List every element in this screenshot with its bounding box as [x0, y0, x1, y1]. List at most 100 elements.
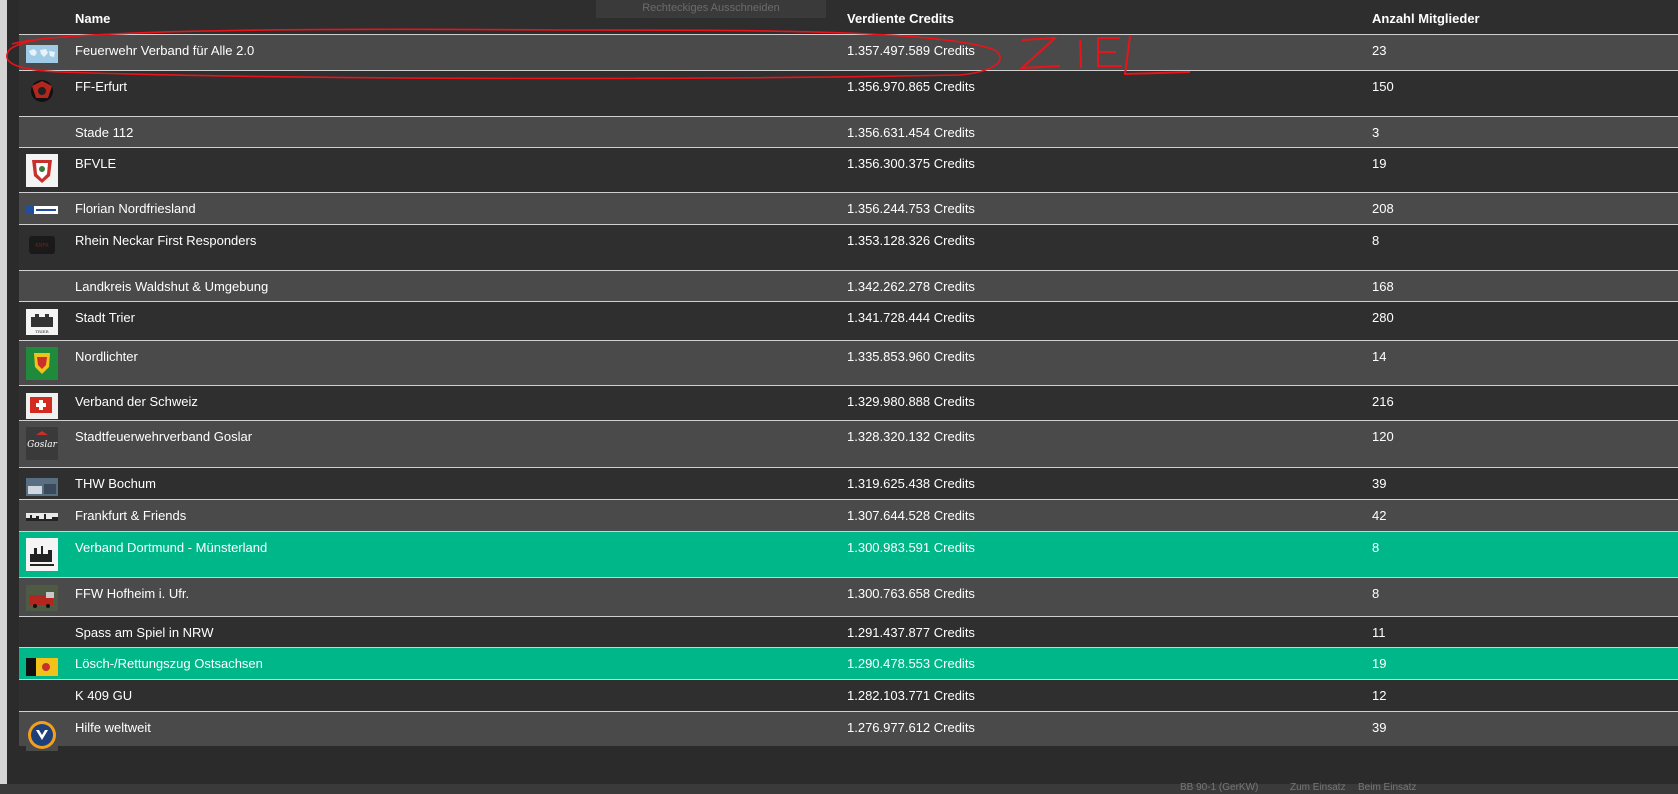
alliance-ranking-table: Name Verdiente Credits Anzahl Mitglieder… — [19, 0, 1678, 751]
game-bottom-bar: BB 90-1 (GerKW) Zum Einsatz Beim Einsatz — [0, 782, 1678, 794]
world-map-logo — [26, 45, 58, 63]
dark-emblem-logo: RNFR — [26, 232, 58, 258]
credits-value: 1.329.980.888 Credits — [847, 394, 975, 409]
member-count: 39 — [1372, 720, 1387, 735]
alliance-name-link[interactable]: Feuerwehr Verband für Alle 2.0 — [75, 43, 254, 58]
member-count: 216 — [1372, 394, 1394, 409]
member-count: 39 — [1372, 476, 1387, 491]
window-edge-strip — [0, 0, 7, 794]
thw-photo-logo — [26, 478, 58, 496]
table-row[interactable]: Stade 112 1.356.631.454 Credits 3 — [19, 117, 1678, 148]
table-row[interactable]: FFW Hofheim i. Ufr. 1.300.763.658 Credit… — [19, 578, 1678, 617]
swiss-flag-logo — [26, 393, 58, 419]
banner-logo — [26, 206, 58, 214]
credits-value: 1.335.853.960 Credits — [847, 349, 975, 364]
table-row[interactable]: Goslar Stadtfeuerwehrverband Goslar 1.32… — [19, 421, 1678, 468]
table-row[interactable]: Verband der Schweiz 1.329.980.888 Credit… — [19, 386, 1678, 421]
fire-emblem-logo — [26, 78, 58, 104]
credits-value: 1.356.970.865 Credits — [847, 79, 975, 94]
member-count: 11 — [1372, 625, 1386, 640]
left-gutter — [7, 0, 19, 794]
table-row[interactable]: Spass am Spiel in NRW 1.291.437.877 Cred… — [19, 617, 1678, 648]
member-count: 42 — [1372, 508, 1387, 523]
alliance-name-link[interactable]: Spass am Spiel in NRW — [75, 625, 213, 640]
trier-logo: TRIER — [26, 309, 58, 335]
table-row[interactable]: FF-Erfurt 1.356.970.865 Credits 150 — [19, 71, 1678, 117]
yellow-banner-logo — [26, 658, 58, 676]
alliance-name-link[interactable]: Verband Dortmund - Münsterland — [75, 540, 267, 555]
member-count: 19 — [1372, 156, 1387, 171]
member-count: 14 — [1372, 349, 1387, 364]
svg-text:Goslar: Goslar — [27, 440, 57, 450]
table-row[interactable]: THW Bochum 1.319.625.438 Credits 39 — [19, 468, 1678, 500]
table-row[interactable]: Florian Nordfriesland 1.356.244.753 Cred… — [19, 193, 1678, 225]
alliance-name-link[interactable]: Verband der Schweiz — [75, 394, 198, 409]
credits-value: 1.300.983.591 Credits — [847, 540, 975, 555]
alliance-name-link[interactable]: THW Bochum — [75, 476, 156, 491]
member-count: 8 — [1372, 540, 1380, 555]
round-emblem-logo — [26, 718, 58, 751]
table-row[interactable]: K 409 GU 1.282.103.771 Credits 12 — [19, 680, 1678, 712]
member-count: 280 — [1372, 310, 1394, 325]
column-header-name[interactable]: Name — [75, 11, 110, 26]
table-row-own-alliance[interactable]: Verband Dortmund - Münsterland 1.300.983… — [19, 532, 1678, 578]
alliance-name-link[interactable]: Stade 112 — [75, 125, 133, 140]
member-count: 19 — [1372, 656, 1387, 671]
table-row[interactable]: Feuerwehr Verband für Alle 2.0 1.357.497… — [19, 35, 1678, 71]
credits-value: 1.356.244.753 Credits — [847, 201, 975, 216]
alliance-name-link[interactable]: FFW Hofheim i. Ufr. — [75, 586, 189, 601]
credits-value: 1.307.644.528 Credits — [847, 508, 975, 523]
table-row[interactable]: TRIER Stadt Trier 1.341.728.444 Credits … — [19, 302, 1678, 341]
svg-text:RNFR: RNFR — [35, 243, 49, 249]
alliance-name-link[interactable]: Landkreis Waldshut & Umgebung — [75, 279, 268, 294]
table-row[interactable]: Hilfe weltweit 1.276.977.612 Credits 39 — [19, 712, 1678, 751]
credits-value: 1.291.437.877 Credits — [847, 625, 975, 640]
alliance-name-link[interactable]: Florian Nordfriesland — [75, 201, 196, 216]
credits-value: 1.300.763.658 Credits — [847, 586, 975, 601]
column-header-credits[interactable]: Verdiente Credits — [847, 11, 954, 26]
crest-logo — [26, 154, 58, 187]
firetruck-photo-logo — [26, 585, 58, 611]
table-row-own-alliance[interactable]: Lösch-/Rettungszug Ostsachsen 1.290.478.… — [19, 648, 1678, 680]
member-count: 12 — [1372, 688, 1387, 703]
credits-value: 1.342.262.278 Credits — [847, 279, 975, 294]
credits-value: 1.328.320.132 Credits — [847, 429, 975, 444]
alliance-name-link[interactable]: Frankfurt & Friends — [75, 508, 186, 523]
bottom-bar-at-mission[interactable]: Beim Einsatz — [1358, 782, 1416, 793]
member-count: 3 — [1372, 125, 1380, 140]
alliance-name-link[interactable]: Stadt Trier — [75, 310, 135, 325]
member-count: 208 — [1372, 201, 1394, 216]
credits-value: 1.357.497.589 Credits — [847, 43, 975, 58]
dortmund-logo — [26, 538, 58, 571]
svg-text:TRIER: TRIER — [35, 329, 49, 334]
credits-value: 1.290.478.553 Credits — [847, 656, 975, 671]
alliance-name-link[interactable]: Rhein Neckar First Responders — [75, 233, 256, 248]
member-count: 120 — [1372, 429, 1394, 444]
alliance-name-link[interactable]: Hilfe weltweit — [75, 720, 151, 735]
bottom-bar-to-mission[interactable]: Zum Einsatz — [1290, 782, 1346, 793]
table-row[interactable]: BFVLE 1.356.300.375 Credits 19 — [19, 148, 1678, 193]
goslar-logo: Goslar — [26, 427, 58, 460]
skyline-logo — [26, 513, 58, 521]
credits-value: 1.353.128.326 Credits — [847, 233, 975, 248]
table-row[interactable]: Landkreis Waldshut & Umgebung 1.342.262.… — [19, 271, 1678, 302]
credits-value: 1.341.728.444 Credits — [847, 310, 975, 325]
snipping-tool-label: Rechteckiges Ausschneiden — [596, 0, 826, 18]
table-row[interactable]: Nordlichter 1.335.853.960 Credits 14 — [19, 341, 1678, 386]
table-row[interactable]: RNFR Rhein Neckar First Responders 1.353… — [19, 225, 1678, 271]
member-count: 8 — [1372, 586, 1380, 601]
credits-value: 1.356.300.375 Credits — [847, 156, 975, 171]
alliance-name-link[interactable]: Stadtfeuerwehrverband Goslar — [75, 429, 252, 444]
green-crest-logo — [26, 347, 58, 380]
alliance-name-link[interactable]: K 409 GU — [75, 688, 132, 703]
alliance-name-link[interactable]: BFVLE — [75, 156, 116, 171]
credits-value: 1.282.103.771 Credits — [847, 688, 975, 703]
alliance-name-link[interactable]: FF-Erfurt — [75, 79, 127, 94]
column-header-members[interactable]: Anzahl Mitglieder — [1372, 11, 1480, 26]
credits-value: 1.276.977.612 Credits — [847, 720, 975, 735]
alliance-name-link[interactable]: Nordlichter — [75, 349, 138, 364]
table-row[interactable]: Frankfurt & Friends 1.307.644.528 Credit… — [19, 500, 1678, 532]
bottom-bar-vehicle[interactable]: BB 90-1 (GerKW) — [1180, 782, 1258, 793]
alliance-name-link[interactable]: Lösch-/Rettungszug Ostsachsen — [75, 656, 263, 671]
member-count: 168 — [1372, 279, 1394, 294]
